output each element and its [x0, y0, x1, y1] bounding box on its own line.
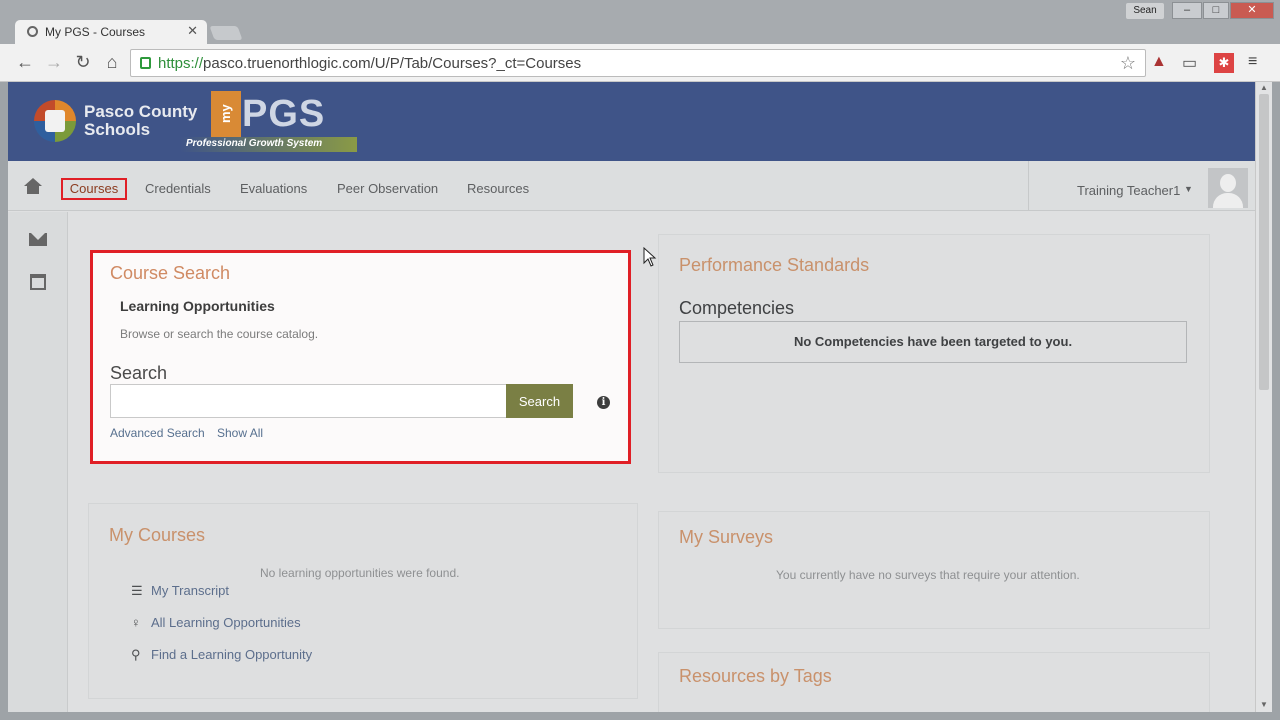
- list-icon: ☰: [131, 583, 143, 598]
- course-search-title: Course Search: [110, 263, 231, 283]
- lock-icon: [140, 57, 151, 69]
- search-icon: ⚲: [131, 647, 141, 662]
- learning-opportunities-heading: Learning Opportunities: [120, 298, 275, 314]
- user-menu[interactable]: Training Teacher1 ▼: [1077, 183, 1193, 198]
- course-search-input[interactable]: [110, 384, 507, 418]
- forward-arrow-icon[interactable]: →: [43, 52, 65, 73]
- find-learning-opportunity-label: Find a Learning Opportunity: [151, 647, 313, 662]
- competencies-empty-message: No Competencies have been targeted to yo…: [679, 321, 1187, 363]
- close-window-button[interactable]: ✕: [1230, 2, 1274, 19]
- my-surveys-card: My Surveys You currently have no surveys…: [658, 511, 1210, 629]
- minimize-button[interactable]: –: [1172, 2, 1202, 19]
- nav-item-peer-observation[interactable]: Peer Observation: [337, 181, 438, 196]
- scroll-up-icon[interactable]: ▲: [1260, 83, 1268, 92]
- address-bar[interactable]: https://pasco.truenorthlogic.com/U/P/Tab…: [130, 49, 1146, 77]
- nav-item-evaluations[interactable]: Evaluations: [240, 181, 307, 196]
- advanced-search-link[interactable]: Advanced Search: [110, 426, 205, 440]
- site-banner: Pasco County Schools my PGS Professional…: [8, 82, 1255, 161]
- home-icon[interactable]: ⌂: [101, 52, 123, 73]
- cast-icon[interactable]: ▭: [1182, 53, 1197, 73]
- browser-toolbar: ← → ↻ ⌂ https://pasco.truenorthlogic.com…: [0, 44, 1280, 82]
- bookmark-star-icon[interactable]: ☆: [1120, 53, 1136, 74]
- my-courses-empty-message: No learning opportunities were found.: [260, 566, 460, 580]
- learning-opportunities-description: Browse or search the course catalog.: [120, 327, 319, 341]
- browser-titlebar: My PGS - Courses ✕ Sean – □ ✕: [0, 0, 1280, 44]
- reload-icon[interactable]: ↻: [72, 52, 94, 73]
- resources-by-tags-title: Resources by Tags: [679, 666, 832, 686]
- mail-icon[interactable]: [29, 233, 47, 246]
- all-learning-opportunities-label: All Learning Opportunities: [151, 615, 301, 630]
- my-transcript-link[interactable]: ☰ My Transcript: [131, 583, 229, 599]
- show-all-link[interactable]: Show All: [217, 426, 263, 440]
- performance-standards-card: Performance Standards Competencies No Co…: [658, 234, 1210, 473]
- nav-divider: [1028, 161, 1029, 210]
- nav-item-credentials[interactable]: Credentials: [145, 181, 211, 196]
- info-icon[interactable]: i: [597, 396, 610, 409]
- avatar[interactable]: [1208, 168, 1248, 208]
- home-icon[interactable]: [24, 178, 42, 194]
- search-button[interactable]: Search: [506, 384, 573, 418]
- url-text: pasco.truenorthlogic.com/U/P/Tab/Courses…: [203, 55, 582, 72]
- caret-down-icon: ▼: [1183, 184, 1193, 194]
- my-courses-title: My Courses: [109, 525, 206, 545]
- extension-badge-icon[interactable]: ✱: [1214, 53, 1234, 73]
- back-arrow-icon[interactable]: ←: [14, 52, 36, 73]
- resources-by-tags-card: Resources by Tags: [658, 652, 1210, 712]
- page-scrollbar[interactable]: ▲ ▼: [1255, 82, 1272, 712]
- tab-close-icon[interactable]: ✕: [187, 23, 198, 39]
- brand-pgs: PGS: [242, 93, 326, 135]
- new-tab-button[interactable]: [209, 26, 243, 40]
- org-name: Pasco County Schools: [84, 103, 197, 139]
- sidebar: [8, 212, 68, 712]
- performance-standards-title: Performance Standards: [679, 255, 870, 275]
- extension-icon[interactable]: ▲: [1151, 53, 1167, 71]
- calendar-icon[interactable]: [30, 274, 46, 290]
- find-learning-opportunity-link[interactable]: ⚲ Find a Learning Opportunity: [131, 647, 312, 663]
- course-search-card: Course Search Learning Opportunities Bro…: [90, 250, 631, 464]
- nav-item-courses[interactable]: Courses: [61, 178, 127, 200]
- nav-item-resources[interactable]: Resources: [467, 181, 529, 196]
- mouse-cursor-icon: [643, 246, 657, 272]
- all-learning-opportunities-link[interactable]: ♀ All Learning Opportunities: [131, 615, 301, 630]
- pasco-logo-icon: [34, 100, 76, 142]
- brand-tagline: Professional Growth System: [180, 137, 357, 152]
- menu-icon[interactable]: ≡: [1248, 53, 1257, 71]
- search-label: Search: [110, 363, 168, 383]
- org-name-line1: Pasco County: [84, 102, 198, 121]
- user-name: Training Teacher1: [1077, 183, 1181, 198]
- my-surveys-title: My Surveys: [679, 527, 774, 547]
- my-surveys-empty-message: You currently have no surveys that requi…: [776, 568, 1080, 582]
- browser-tab[interactable]: My PGS - Courses ✕: [15, 20, 207, 44]
- my-courses-card: My Courses No learning opportunities wer…: [88, 503, 638, 699]
- profile-badge[interactable]: Sean: [1126, 3, 1164, 19]
- tab-title: My PGS - Courses: [45, 25, 146, 39]
- competencies-heading: Competencies: [679, 298, 795, 318]
- my-transcript-label: My Transcript: [151, 583, 230, 598]
- maximize-button[interactable]: □: [1203, 2, 1229, 19]
- scroll-down-icon[interactable]: ▼: [1260, 700, 1268, 709]
- page-viewport: Pasco County Schools my PGS Professional…: [8, 82, 1255, 712]
- page-favicon-icon: [27, 26, 38, 37]
- lightbulb-icon: ♀: [131, 615, 141, 630]
- brand-my: my: [211, 91, 241, 137]
- url-scheme: https://: [158, 55, 204, 72]
- main-nav: Courses Credentials Evaluations Peer Obs…: [8, 161, 1255, 211]
- scrollbar-thumb[interactable]: [1259, 94, 1269, 390]
